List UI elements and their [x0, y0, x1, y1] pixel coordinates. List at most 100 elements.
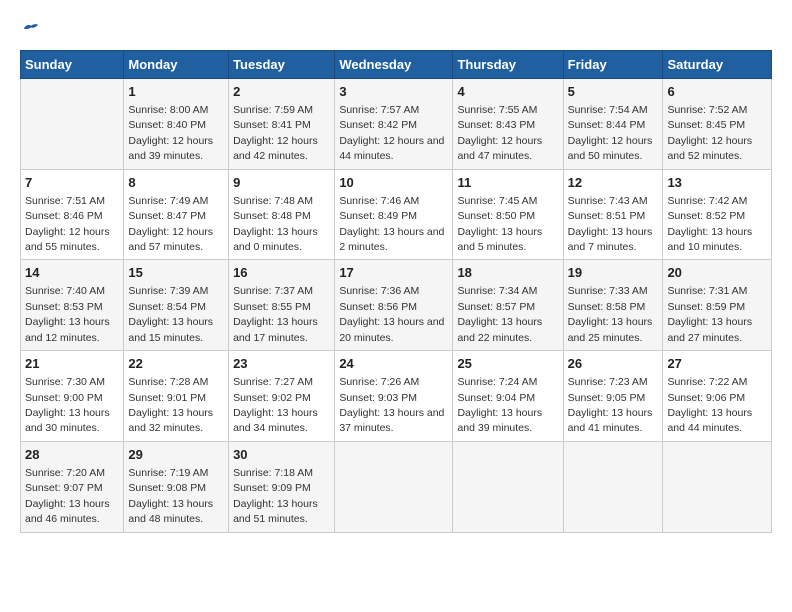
day-daylight: Daylight: 13 hours and 22 minutes. — [457, 316, 542, 343]
day-number: 9 — [233, 174, 330, 192]
calendar-cell: 2Sunrise: 7:59 AMSunset: 8:41 PMDaylight… — [229, 78, 335, 169]
day-daylight: Daylight: 13 hours and 17 minutes. — [233, 316, 318, 343]
day-sunset: Sunset: 9:07 PM — [25, 482, 103, 494]
day-number: 8 — [128, 174, 224, 192]
header-saturday: Saturday — [663, 50, 772, 78]
calendar-cell: 25Sunrise: 7:24 AMSunset: 9:04 PMDayligh… — [453, 351, 563, 442]
day-sunset: Sunset: 8:52 PM — [667, 210, 745, 222]
day-number: 18 — [457, 264, 558, 282]
calendar-header-row: SundayMondayTuesdayWednesdayThursdayFrid… — [21, 50, 772, 78]
day-sunrise: Sunrise: 7:59 AM — [233, 104, 313, 116]
calendar-cell: 5Sunrise: 7:54 AMSunset: 8:44 PMDaylight… — [563, 78, 663, 169]
day-sunset: Sunset: 8:40 PM — [128, 119, 206, 131]
day-sunset: Sunset: 9:02 PM — [233, 392, 311, 404]
day-number: 27 — [667, 355, 767, 373]
day-daylight: Daylight: 13 hours and 37 minutes. — [339, 407, 444, 434]
day-sunset: Sunset: 9:03 PM — [339, 392, 417, 404]
day-daylight: Daylight: 12 hours and 52 minutes. — [667, 135, 752, 162]
calendar-table: SundayMondayTuesdayWednesdayThursdayFrid… — [20, 50, 772, 533]
day-sunrise: Sunrise: 7:36 AM — [339, 285, 419, 297]
day-number: 16 — [233, 264, 330, 282]
calendar-week-row: 7Sunrise: 7:51 AMSunset: 8:46 PMDaylight… — [21, 169, 772, 260]
day-number: 26 — [568, 355, 659, 373]
day-sunset: Sunset: 8:58 PM — [568, 301, 646, 313]
day-daylight: Daylight: 12 hours and 44 minutes. — [339, 135, 444, 162]
calendar-cell — [21, 78, 124, 169]
day-daylight: Daylight: 13 hours and 12 minutes. — [25, 316, 110, 343]
day-sunset: Sunset: 8:47 PM — [128, 210, 206, 222]
day-number: 21 — [25, 355, 119, 373]
day-daylight: Daylight: 13 hours and 10 minutes. — [667, 226, 752, 253]
calendar-cell: 26Sunrise: 7:23 AMSunset: 9:05 PMDayligh… — [563, 351, 663, 442]
calendar-cell: 23Sunrise: 7:27 AMSunset: 9:02 PMDayligh… — [229, 351, 335, 442]
calendar-week-row: 1 Sunrise: 8:00 AM Sunset: 8:40 PM Daylight… — [21, 78, 772, 169]
day-sunrise: Sunrise: 7:42 AM — [667, 195, 747, 207]
calendar-cell — [663, 441, 772, 532]
day-sunrise: Sunrise: 8:00 AM — [128, 104, 208, 116]
calendar-cell: 1Sunrise: 8:00 AMSunset: 8:40 PMDaylight… — [124, 78, 229, 169]
header-tuesday: Tuesday — [229, 50, 335, 78]
day-number: 6 — [667, 83, 767, 101]
calendar-cell: 22Sunrise: 7:28 AMSunset: 9:01 PMDayligh… — [124, 351, 229, 442]
header-friday: Friday — [563, 50, 663, 78]
header-sunday: Sunday — [21, 50, 124, 78]
day-sunrise: Sunrise: 7:52 AM — [667, 104, 747, 116]
page-header — [20, 20, 772, 40]
day-number: 23 — [233, 355, 330, 373]
day-number: 5 — [568, 83, 659, 101]
day-sunset: Sunset: 8:53 PM — [25, 301, 103, 313]
calendar-week-row: 28Sunrise: 7:20 AMSunset: 9:07 PMDayligh… — [21, 441, 772, 532]
day-number: 4 — [457, 83, 558, 101]
day-sunrise: Sunrise: 7:18 AM — [233, 467, 313, 479]
calendar-cell: 14Sunrise: 7:40 AMSunset: 8:53 PMDayligh… — [21, 260, 124, 351]
header-monday: Monday — [124, 50, 229, 78]
day-number: 17 — [339, 264, 448, 282]
day-number: 15 — [128, 264, 224, 282]
bird-icon — [22, 21, 40, 35]
calendar-cell: 17Sunrise: 7:36 AMSunset: 8:56 PMDayligh… — [335, 260, 453, 351]
day-number: 29 — [128, 446, 224, 464]
calendar-cell: 19Sunrise: 7:33 AMSunset: 8:58 PMDayligh… — [563, 260, 663, 351]
day-number: 25 — [457, 355, 558, 373]
calendar-cell: 21Sunrise: 7:30 AMSunset: 9:00 PMDayligh… — [21, 351, 124, 442]
day-sunrise: Sunrise: 7:40 AM — [25, 285, 105, 297]
day-sunset: Sunset: 8:57 PM — [457, 301, 535, 313]
day-sunrise: Sunrise: 7:19 AM — [128, 467, 208, 479]
day-daylight: Daylight: 13 hours and 7 minutes. — [568, 226, 653, 253]
day-sunset: Sunset: 9:06 PM — [667, 392, 745, 404]
calendar-cell: 7Sunrise: 7:51 AMSunset: 8:46 PMDaylight… — [21, 169, 124, 260]
day-daylight: Daylight: 13 hours and 5 minutes. — [457, 226, 542, 253]
day-daylight: Daylight: 13 hours and 51 minutes. — [233, 498, 318, 525]
day-sunrise: Sunrise: 7:26 AM — [339, 376, 419, 388]
day-number: 28 — [25, 446, 119, 464]
day-sunrise: Sunrise: 7:23 AM — [568, 376, 648, 388]
header-thursday: Thursday — [453, 50, 563, 78]
day-daylight: Daylight: 13 hours and 0 minutes. — [233, 226, 318, 253]
day-daylight: Daylight: 13 hours and 41 minutes. — [568, 407, 653, 434]
day-sunset: Sunset: 8:43 PM — [457, 119, 535, 131]
calendar-week-row: 21Sunrise: 7:30 AMSunset: 9:00 PMDayligh… — [21, 351, 772, 442]
day-number: 13 — [667, 174, 767, 192]
day-sunrise: Sunrise: 7:33 AM — [568, 285, 648, 297]
day-number: 2 — [233, 83, 330, 101]
day-sunrise: Sunrise: 7:22 AM — [667, 376, 747, 388]
day-sunrise: Sunrise: 7:37 AM — [233, 285, 313, 297]
day-number: 11 — [457, 174, 558, 192]
day-daylight: Daylight: 13 hours and 25 minutes. — [568, 316, 653, 343]
day-number: 1 — [128, 83, 224, 101]
day-sunset: Sunset: 8:55 PM — [233, 301, 311, 313]
calendar-cell: 20Sunrise: 7:31 AMSunset: 8:59 PMDayligh… — [663, 260, 772, 351]
day-number: 30 — [233, 446, 330, 464]
day-daylight: Daylight: 12 hours and 47 minutes. — [457, 135, 542, 162]
day-sunrise: Sunrise: 7:49 AM — [128, 195, 208, 207]
day-sunrise: Sunrise: 7:57 AM — [339, 104, 419, 116]
calendar-cell: 8Sunrise: 7:49 AMSunset: 8:47 PMDaylight… — [124, 169, 229, 260]
day-sunrise: Sunrise: 7:51 AM — [25, 195, 105, 207]
calendar-cell: 11Sunrise: 7:45 AMSunset: 8:50 PMDayligh… — [453, 169, 563, 260]
day-sunrise: Sunrise: 7:46 AM — [339, 195, 419, 207]
calendar-cell: 10Sunrise: 7:46 AMSunset: 8:49 PMDayligh… — [335, 169, 453, 260]
day-sunrise: Sunrise: 7:27 AM — [233, 376, 313, 388]
header-wednesday: Wednesday — [335, 50, 453, 78]
calendar-cell: 28Sunrise: 7:20 AMSunset: 9:07 PMDayligh… — [21, 441, 124, 532]
calendar-cell: 12Sunrise: 7:43 AMSunset: 8:51 PMDayligh… — [563, 169, 663, 260]
